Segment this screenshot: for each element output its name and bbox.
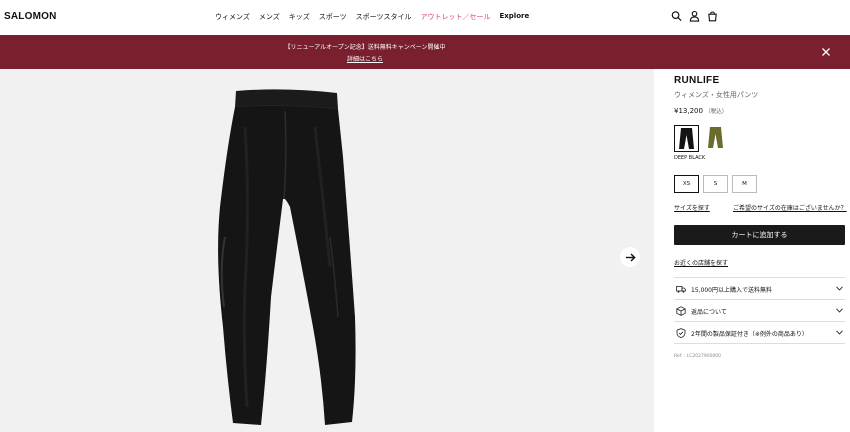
- add-to-cart-button[interactable]: カートに追加する: [674, 225, 845, 245]
- box-icon: [676, 306, 686, 316]
- product-title: RUNLIFE: [674, 75, 720, 86]
- nav-sports[interactable]: スポーツ: [319, 12, 347, 22]
- accordion-warranty-label: 2年間の製品保証付き（※例外の商品あり）: [691, 331, 808, 338]
- nav-men[interactable]: メンズ: [259, 12, 280, 22]
- promo-banner: 【リニューアルオープン記念】送料無料キャンペーン開催中 詳細はこちら: [0, 35, 850, 69]
- header-actions: [671, 10, 718, 22]
- swatch-pants-black: [679, 128, 694, 149]
- shield-icon: [676, 328, 686, 338]
- size-m[interactable]: M: [732, 175, 757, 193]
- nav-sportstyle[interactable]: スポーツスタイル: [356, 12, 412, 22]
- nearby-store-link[interactable]: お近くの店舗を探す: [674, 258, 728, 267]
- product-image-pants: [218, 89, 356, 425]
- nav-explore[interactable]: Explore: [500, 12, 530, 22]
- next-image-button[interactable]: [620, 247, 640, 267]
- color-swatch-olive[interactable]: [704, 125, 729, 152]
- nav-outlet-sale[interactable]: アウトレット／セール: [421, 12, 491, 22]
- accordion-shipping-label: 15,000円以上購入で送料無料: [691, 287, 772, 294]
- chevron-down-icon: [836, 308, 843, 313]
- stock-query-link[interactable]: ご希望のサイズの在庫はございませんか？: [733, 203, 847, 212]
- size-xs[interactable]: XS: [674, 175, 699, 193]
- price-tax-note: （税込）: [705, 109, 728, 115]
- find-size-link[interactable]: サイズを探す: [674, 203, 710, 212]
- info-accordion: 15,000円以上購入で送料無料 返品について 2年間の製品保証付き（※例外の商…: [674, 277, 845, 344]
- accordion-warranty[interactable]: 2年間の製品保証付き（※例外の商品あり）: [674, 322, 845, 344]
- main-nav: ウィメンズ メンズ キッズ スポーツ スポーツスタイル アウトレット／セール E…: [215, 12, 529, 22]
- accordion-shipping[interactable]: 15,000円以上購入で送料無料: [674, 278, 845, 300]
- search-icon[interactable]: [671, 10, 682, 22]
- product-reference: Ref. : LC2027900000: [674, 354, 722, 359]
- product-subtitle: ウィメンズ・女性用パンツ: [674, 91, 759, 99]
- banner-details-link[interactable]: 詳細はこちら: [347, 56, 383, 63]
- nav-kids[interactable]: キッズ: [289, 12, 310, 22]
- accordion-returns[interactable]: 返品について: [674, 300, 845, 322]
- swatch-pants-olive: [708, 127, 723, 148]
- accordion-returns-label: 返品について: [691, 309, 727, 316]
- account-icon[interactable]: [689, 10, 700, 22]
- banner-text: 【リニューアルオープン記念】送料無料キャンペーン開催中: [284, 44, 446, 51]
- nav-women[interactable]: ウィメンズ: [215, 12, 250, 22]
- product-price: ¥13,200 （税込）: [674, 107, 727, 115]
- salomon-logo[interactable]: SALOMON: [4, 11, 57, 22]
- arrow-right-icon: [625, 252, 636, 262]
- selected-color-name: DEEP BLACK: [674, 155, 706, 161]
- chevron-down-icon: [836, 330, 843, 335]
- site-header: SALOMON ウィメンズ メンズ キッズ スポーツ スポーツスタイル アウトレ…: [0, 0, 850, 35]
- size-s[interactable]: S: [703, 175, 728, 193]
- size-selector: XS S M: [674, 175, 757, 193]
- price-value: ¥13,200: [674, 107, 703, 115]
- color-swatch-black[interactable]: [674, 125, 699, 152]
- cart-icon[interactable]: [707, 10, 718, 22]
- close-icon[interactable]: [820, 46, 832, 58]
- chevron-down-icon: [836, 286, 843, 291]
- product-gallery: [0, 69, 654, 432]
- truck-icon: [676, 286, 686, 293]
